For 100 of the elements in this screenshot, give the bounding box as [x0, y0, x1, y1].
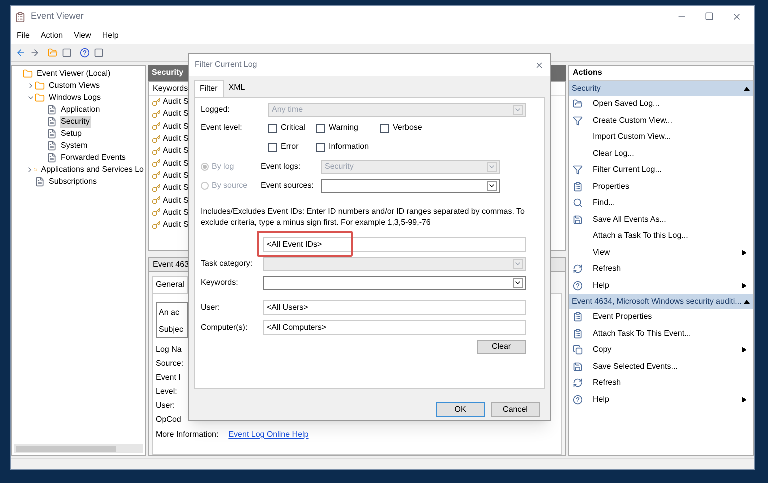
menu-item[interactable]: Help: [102, 30, 119, 42]
field-label: Logged:: [201, 104, 231, 116]
tree-item[interactable]: Subscriptions: [48, 176, 98, 188]
back-arrow-icon[interactable]: [16, 48, 26, 58]
action-icon: [573, 182, 583, 192]
tree-item[interactable]: Forwarded Events: [60, 152, 127, 164]
action-icon: [573, 378, 583, 388]
collapse-arrow-icon[interactable]: [744, 300, 750, 304]
event-ids-field[interactable]: <All Event IDs>: [263, 237, 526, 252]
tree-item[interactable]: Setup: [60, 128, 83, 140]
column-header[interactable]: Keywords: [153, 82, 188, 94]
key-icon: [152, 122, 161, 132]
actions-menu-entry[interactable]: Clear Log...: [569, 146, 753, 162]
tree-item[interactable]: Applications and Services Lo: [40, 164, 145, 176]
clear-button[interactable]: Clear: [477, 340, 526, 354]
actions-menu-entry[interactable]: View: [569, 244, 753, 261]
actions-menu-entry[interactable]: Save Selected Events...: [569, 358, 753, 375]
field-label: User:: [201, 302, 222, 314]
cancel-button[interactable]: Cancel: [491, 402, 540, 417]
menu-item[interactable]: File: [17, 30, 30, 42]
actions-menu-entry[interactable]: Save All Events As...: [569, 212, 753, 228]
field-label: Computer(s):: [201, 322, 249, 334]
key-icon: [152, 184, 161, 193]
checkbox-label: Warning: [329, 122, 358, 134]
section-header[interactable]: Event 4634, Microsoft Windows security auditi...: [569, 294, 753, 309]
action-label: Clear Log...: [593, 148, 634, 160]
actions-menu-entry[interactable]: Find...: [569, 195, 753, 212]
log-icon: [47, 129, 57, 139]
action-label: Help: [593, 280, 610, 292]
field-label: Event sources:: [261, 180, 315, 192]
action-label: Copy: [593, 344, 612, 356]
detail-tab[interactable]: General: [152, 276, 188, 293]
action-label: Save All Events As...: [593, 214, 666, 226]
text-field[interactable]: <All Computers>: [263, 320, 526, 335]
tree-item[interactable]: Windows Logs: [48, 92, 102, 104]
actions-menu-entry[interactable]: Properties: [569, 178, 753, 195]
help-icon[interactable]: [80, 48, 90, 58]
submenu-arrow-icon: [741, 282, 747, 289]
action-icon: [573, 99, 583, 110]
actions-menu-entry[interactable]: Refresh: [569, 261, 753, 278]
panel-icon[interactable]: [94, 48, 104, 58]
key-icon: [152, 98, 161, 107]
action-label: Attach Task To This Event...: [593, 328, 692, 340]
checkbox[interactable]: [316, 142, 325, 152]
radio-label: By log: [212, 161, 234, 173]
actions-menu-entry[interactable]: Open Saved Log...: [569, 96, 753, 112]
actions-menu-entry[interactable]: Create Custom View...: [569, 112, 753, 129]
keywords-dropdown[interactable]: [263, 276, 526, 290]
actions-menu-entry[interactable]: Copy: [569, 342, 753, 358]
menu-item[interactable]: Action: [40, 30, 64, 42]
checkbox[interactable]: [268, 124, 277, 132]
text-field[interactable]: <All Users>: [263, 300, 526, 315]
dialog-tab[interactable]: Filter: [194, 80, 224, 97]
close-icon[interactable]: [732, 12, 742, 22]
field-label: Event logs:: [261, 161, 302, 173]
action-label: Properties: [593, 180, 630, 193]
log-icon: [47, 153, 57, 163]
actions-menu-entry[interactable]: Attach Task To This Event...: [569, 326, 753, 342]
action-label: Create Custom View...: [593, 114, 672, 127]
field-label: Keywords:: [201, 277, 240, 289]
field-label: Level:: [156, 386, 178, 398]
panel-icon[interactable]: [62, 48, 72, 58]
checkbox[interactable]: [316, 124, 325, 132]
tree-item[interactable]: Application: [60, 104, 102, 116]
collapse-arrow-icon[interactable]: [744, 86, 750, 90]
actions-menu-entry[interactable]: Help: [569, 392, 753, 408]
actions-menu-entry[interactable]: Attach a Task To this Log...: [569, 228, 753, 244]
tree-item[interactable]: Event Viewer (Local): [36, 68, 112, 80]
event-sources-dropdown[interactable]: [321, 179, 500, 193]
action-icon: [573, 312, 583, 322]
dialog-title: Filter Current Log: [195, 59, 258, 71]
actions-menu-entry[interactable]: Refresh: [569, 375, 753, 392]
horizontal-scrollbar[interactable]: [14, 444, 143, 453]
menu-item[interactable]: View: [74, 30, 92, 42]
actions-menu-entry[interactable]: Help: [569, 278, 753, 294]
log-title: Security: [152, 67, 184, 79]
checkbox[interactable]: [380, 124, 389, 132]
log-icon: [35, 177, 45, 187]
description-text: Subjec: [159, 325, 184, 334]
forward-arrow-icon[interactable]: [30, 48, 40, 58]
help-link[interactable]: Event Log Online Help: [228, 429, 309, 441]
tree-item[interactable]: Security: [60, 116, 91, 128]
action-icon: [573, 116, 583, 126]
key-icon: [152, 134, 161, 144]
actions-menu-entry[interactable]: Event Properties: [569, 309, 753, 326]
maximize-icon[interactable]: [705, 12, 714, 21]
actions-menu-entry[interactable]: Import Custom View...: [569, 129, 753, 146]
close-icon[interactable]: [535, 60, 544, 70]
field-label: More Information:: [156, 429, 219, 441]
tree-item[interactable]: System: [60, 140, 89, 152]
actions-menu-entry[interactable]: Filter Current Log...: [569, 162, 753, 178]
checkbox[interactable]: [268, 142, 277, 152]
tree-item[interactable]: Custom Views: [48, 80, 101, 92]
key-icon: [152, 171, 161, 180]
app-icon: [15, 12, 26, 22]
ok-button[interactable]: OK: [436, 402, 485, 417]
dialog-tab[interactable]: XML: [224, 80, 250, 97]
section-header[interactable]: Security: [569, 81, 753, 96]
log-icon: [47, 117, 57, 127]
submenu-arrow-icon: [741, 396, 747, 403]
